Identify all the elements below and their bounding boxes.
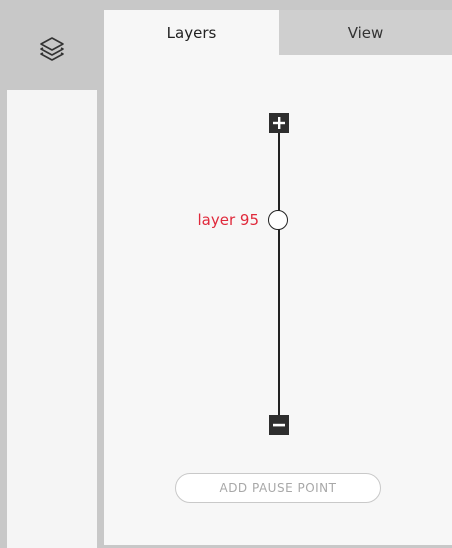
layer-up-button[interactable] [269,113,289,133]
tab-layers[interactable]: Layers [104,10,279,55]
minus-icon [273,423,285,427]
plus-icon [273,117,285,129]
layers-icon [40,37,64,61]
app-root: Layers View layer 95 ADD PAUSE POINT [0,0,452,548]
layer-slider-track[interactable] [278,130,280,420]
layer-slider-handle[interactable] [268,210,288,230]
add-pause-point-button[interactable]: ADD PAUSE POINT [175,473,381,503]
layers-rail-button[interactable] [7,10,97,90]
tab-bar: Layers View [104,10,452,55]
layer-down-button[interactable] [269,415,289,435]
layers-panel: Layers View layer 95 ADD PAUSE POINT [104,10,452,545]
left-rail [7,10,97,548]
current-layer-label: layer 95 [197,211,260,229]
tab-view[interactable]: View [279,10,452,55]
